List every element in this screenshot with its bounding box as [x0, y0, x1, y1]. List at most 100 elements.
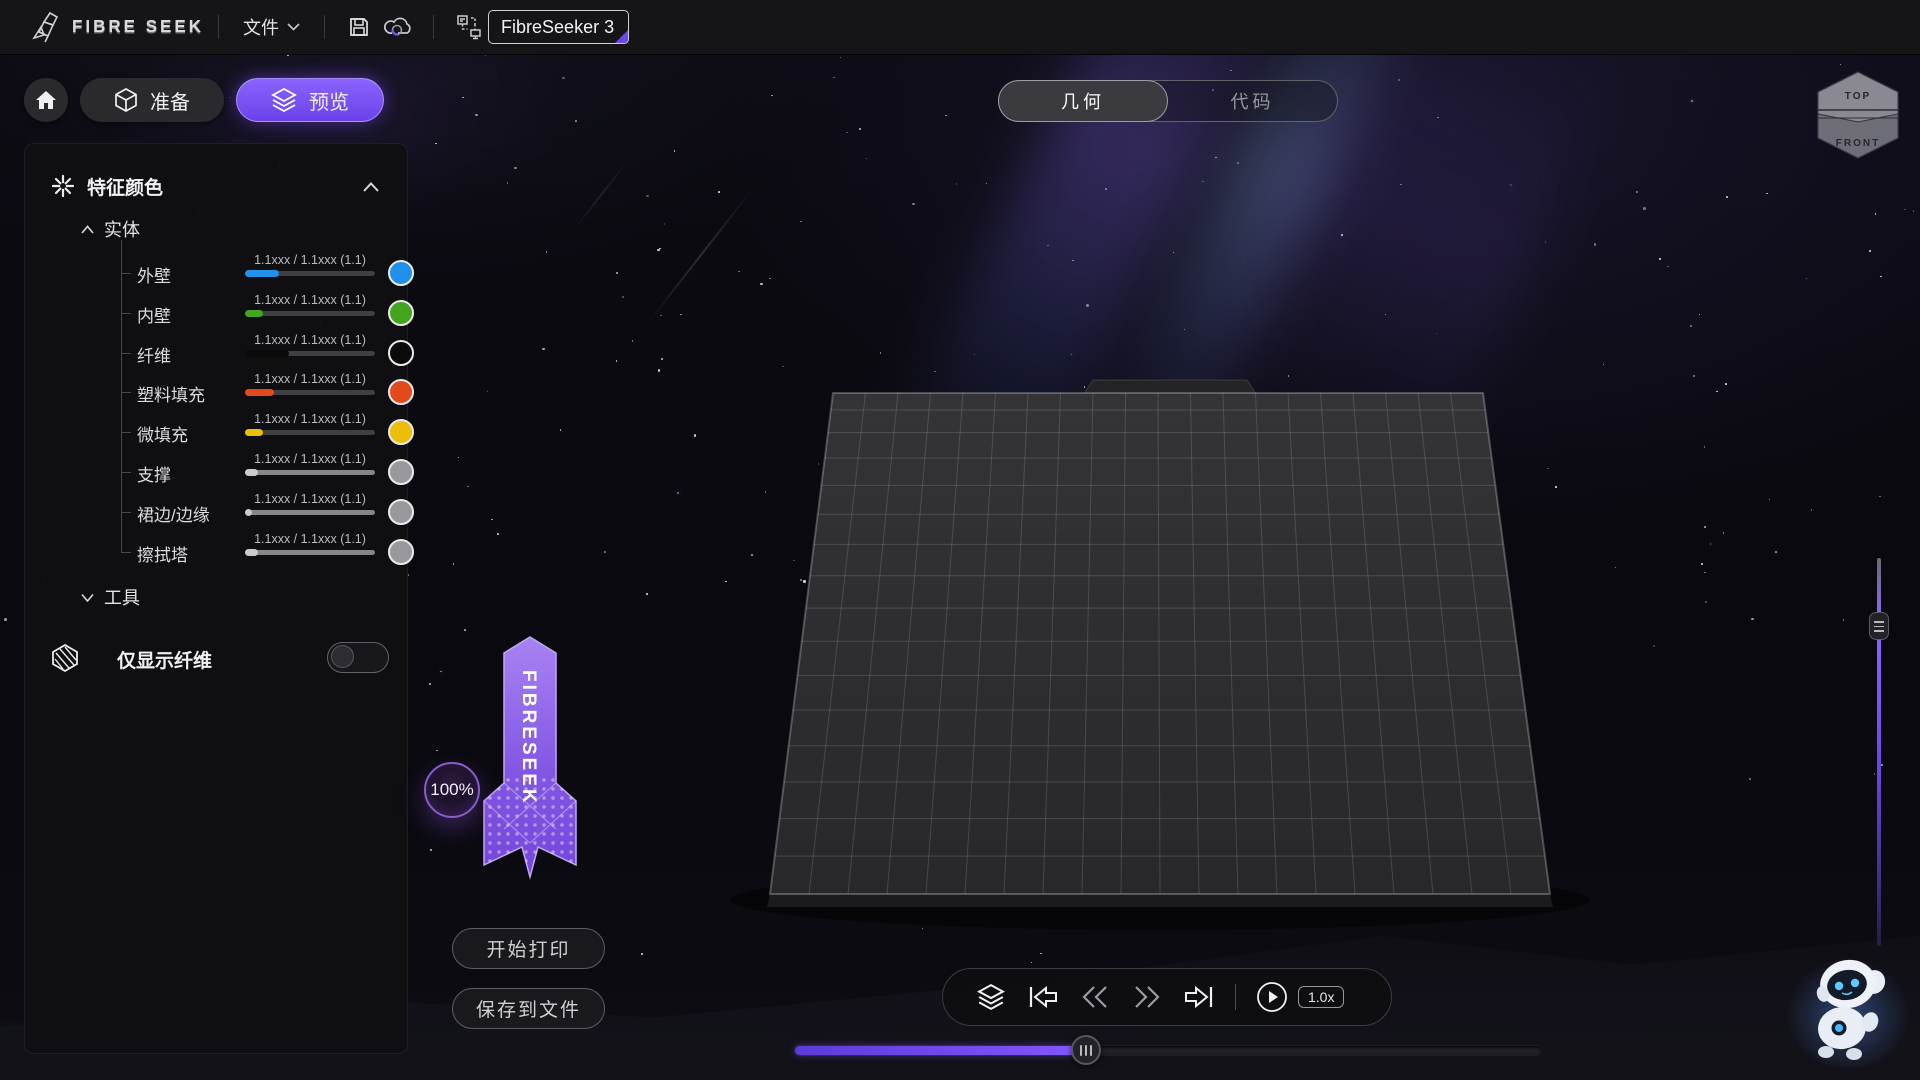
banner-text: FIBRESEEK [506, 663, 550, 813]
printer-network-icon [454, 13, 482, 41]
robot-mascot[interactable] [1782, 944, 1912, 1070]
printer-name: FibreSeeker 3 [501, 17, 614, 38]
title-bar: FIBRE SEEK 文件 [0, 0, 1920, 55]
divider [218, 15, 219, 39]
feature-label: 微填充 [137, 421, 188, 446]
feature-color-swatch[interactable] [388, 499, 414, 525]
cube-icon [114, 87, 138, 113]
feature-value: 1.1xxx / 1.1xxx (1.1) [230, 293, 390, 307]
tree-connector [121, 353, 131, 354]
feature-slider[interactable] [245, 271, 375, 276]
plate-edge [767, 894, 1553, 907]
divider [1235, 984, 1236, 1010]
feature-slider-fill [245, 389, 274, 396]
feature-row: 擦拭塔 1.1xxx / 1.1xxx (1.1) [25, 533, 409, 573]
feature-value: 1.1xxx / 1.1xxx (1.1) [230, 452, 390, 466]
feature-slider-fill [245, 429, 263, 436]
feature-label: 裙边/边缘 [137, 501, 210, 526]
play-button[interactable] [1246, 968, 1298, 1026]
feature-row: 内壁 1.1xxx / 1.1xxx (1.1) [25, 294, 409, 334]
home-icon [35, 90, 57, 110]
feature-color-swatch[interactable] [388, 419, 414, 445]
chevron-up-icon[interactable] [363, 182, 379, 192]
feature-color-icon [51, 174, 75, 198]
tree-connector [121, 273, 131, 274]
skip-to-start-button[interactable] [1017, 968, 1069, 1026]
app-window: FIBRE SEEK 文件 [0, 0, 1920, 1080]
cloud-sync-icon [384, 15, 414, 39]
tab-preview-label: 预览 [309, 86, 349, 115]
step-back-button[interactable] [1069, 968, 1121, 1026]
start-print-button[interactable]: 开始打印 [452, 928, 605, 969]
group-tools[interactable]: 工具 [81, 584, 140, 610]
save-to-file-button[interactable]: 保存到文件 [452, 988, 605, 1029]
divider [433, 15, 434, 39]
play-icon [1256, 981, 1288, 1013]
timeline-handle[interactable] [1071, 1035, 1101, 1065]
speed-chip[interactable]: 1.0x [1298, 986, 1344, 1008]
panel-header[interactable]: 特征颜色 [25, 164, 407, 208]
feature-slider-fill [245, 310, 263, 317]
fiber-only-label: 仅显示纤维 [117, 646, 212, 673]
divider [324, 15, 325, 39]
feature-color-swatch[interactable] [388, 260, 414, 286]
timeline-slider[interactable] [795, 1042, 1541, 1058]
feature-slider[interactable] [245, 390, 375, 395]
save-icon [347, 15, 371, 39]
tree-connector [121, 552, 131, 553]
chevron-up-icon [81, 225, 94, 234]
feature-slider[interactable] [245, 311, 375, 316]
chevron-down-icon [81, 593, 94, 602]
save-button[interactable] [339, 9, 379, 45]
toggle-geometry[interactable]: 几何 [998, 80, 1168, 122]
tree-connector [121, 432, 131, 433]
viewcube-front-label: FRONT [1836, 138, 1880, 149]
feature-value: 1.1xxx / 1.1xxx (1.1) [230, 333, 390, 347]
feature-value: 1.1xxx / 1.1xxx (1.1) [230, 412, 390, 426]
plate-handle [1084, 380, 1256, 394]
cloud-sync-button[interactable] [379, 9, 419, 45]
feature-label: 擦拭塔 [137, 541, 188, 566]
feature-slider[interactable] [245, 510, 375, 515]
feature-value: 1.1xxx / 1.1xxx (1.1) [230, 253, 390, 267]
tree-connector [121, 472, 131, 473]
printer-network-button[interactable] [448, 9, 488, 45]
feature-label: 支撑 [137, 461, 171, 486]
double-chevron-right-icon [1134, 985, 1160, 1009]
layer-slider[interactable] [1869, 558, 1889, 946]
fiber-hexagon-icon [51, 643, 79, 673]
step-forward-button[interactable] [1121, 968, 1173, 1026]
feature-label: 纤维 [137, 342, 171, 367]
group-tools-label: 工具 [104, 584, 140, 610]
layer-view-button[interactable] [965, 968, 1017, 1026]
feature-color-swatch[interactable] [388, 539, 414, 565]
printer-selector[interactable]: FibreSeeker 3 [488, 10, 629, 44]
tree-connector [121, 512, 131, 513]
mode-tab-bar: 准备 预览 [24, 78, 384, 122]
rocket-logo-icon [30, 10, 62, 44]
feature-slider[interactable] [245, 550, 375, 555]
toggle-code[interactable]: 代码 [1168, 81, 1337, 121]
group-solid[interactable]: 实体 [81, 216, 140, 242]
feature-color-swatch[interactable] [388, 300, 414, 326]
feature-color-swatch[interactable] [388, 340, 414, 366]
tab-preview[interactable]: 预览 [236, 78, 384, 122]
feature-color-panel: 特征颜色 实体 外壁 1.1xxx / 1.1xxx (1.1) 内壁 1.1x… [24, 143, 408, 1054]
tab-prepare[interactable]: 准备 [80, 78, 224, 122]
feature-slider[interactable] [245, 470, 375, 475]
file-menu-label: 文件 [243, 14, 279, 40]
view-cube[interactable]: TOP FRONT [1810, 66, 1906, 166]
fiber-only-toggle[interactable] [327, 642, 389, 673]
home-button[interactable] [24, 78, 68, 122]
layer-slider-handle[interactable] [1869, 612, 1889, 640]
feature-color-swatch[interactable] [388, 459, 414, 485]
chevron-down-icon [287, 23, 300, 31]
feature-row: 裙边/边缘 1.1xxx / 1.1xxx (1.1) [25, 493, 409, 533]
group-solid-label: 实体 [104, 216, 140, 242]
feature-slider[interactable] [245, 351, 375, 356]
file-menu[interactable]: 文件 [233, 8, 310, 46]
feature-slider[interactable] [245, 430, 375, 435]
tree-connector [121, 313, 131, 314]
skip-to-end-button[interactable] [1173, 968, 1225, 1026]
skip-end-icon [1183, 985, 1215, 1009]
